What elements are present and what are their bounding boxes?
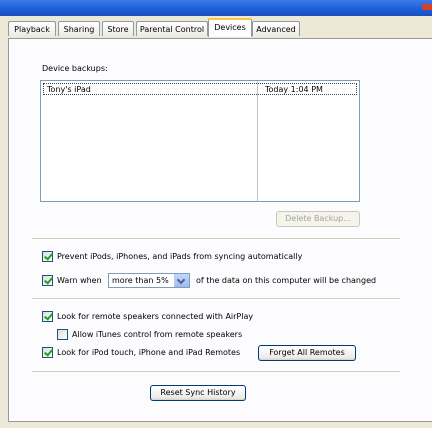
column-divider — [257, 81, 258, 201]
backup-date: Today 1:04 PM — [265, 85, 323, 94]
allow-itunes-control-label: Allow iTunes control from remote speaker… — [72, 330, 243, 339]
close-icon[interactable] — [422, 4, 432, 10]
tab-playback[interactable]: Playback — [8, 21, 56, 36]
warn-label-before: Warn when — [57, 276, 102, 285]
warn-threshold-value: more than 5% — [112, 276, 169, 285]
tab-advanced[interactable]: Advanced — [252, 21, 300, 36]
tab-strip: Playback Sharing Store Parental Control … — [0, 16, 432, 38]
airplay-checkbox[interactable] — [42, 311, 53, 322]
prevent-sync-checkbox[interactable] — [42, 251, 53, 262]
remotes-checkbox[interactable] — [42, 347, 53, 358]
allow-itunes-control-checkbox[interactable] — [57, 329, 68, 340]
tab-sharing[interactable]: Sharing — [58, 21, 100, 36]
prevent-sync-label: Prevent iPods, iPhones, and iPads from s… — [57, 252, 303, 261]
device-backups-list[interactable]: Tony's iPad Today 1:04 PM — [40, 80, 360, 202]
forget-all-remotes-button[interactable]: Forget All Remotes — [258, 345, 356, 361]
separator — [32, 238, 400, 239]
warn-threshold-select[interactable]: more than 5% — [108, 273, 190, 288]
reset-sync-history-button[interactable]: Reset Sync History — [150, 385, 246, 401]
airplay-label: Look for remote speakers connected with … — [57, 312, 254, 321]
backup-row[interactable]: Tony's iPad Today 1:04 PM — [43, 83, 357, 95]
warn-checkbox[interactable] — [42, 275, 53, 286]
separator — [32, 298, 400, 299]
remotes-label: Look for iPod touch, iPhone and iPad Rem… — [57, 348, 241, 357]
separator — [32, 371, 400, 372]
tab-devices[interactable]: Devices — [208, 18, 252, 37]
warn-label-after: of the data on this computer will be cha… — [196, 276, 377, 285]
delete-backup-button[interactable]: Delete Backup... — [276, 211, 360, 227]
tab-parental-control[interactable]: Parental Control — [136, 21, 208, 36]
device-backups-label: Device backups: — [42, 64, 108, 73]
chevron-down-icon[interactable] — [174, 274, 189, 287]
tab-store[interactable]: Store — [102, 21, 134, 36]
window-titlebar — [0, 0, 432, 16]
backup-device-name: Tony's iPad — [47, 85, 91, 94]
